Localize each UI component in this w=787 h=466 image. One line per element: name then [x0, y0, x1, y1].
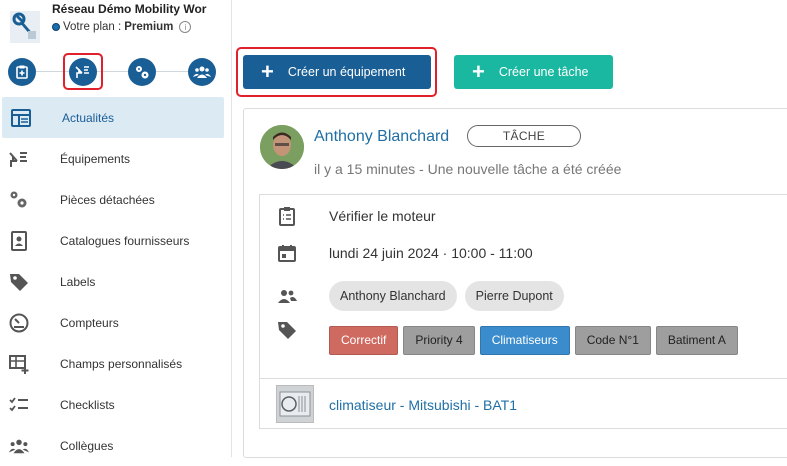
assignee-chip[interactable]: Pierre Dupont — [464, 281, 564, 311]
sidebar-item-label: Labels — [60, 274, 96, 289]
label-chip[interactable]: Correctif — [329, 325, 399, 355]
author-name[interactable]: Anthony Blanchard — [314, 128, 449, 146]
tag-icon — [9, 272, 29, 292]
sidebar-item-label: Compteurs — [60, 315, 119, 330]
sidebar-item-champs-personnalises[interactable]: Champs personnalisés — [0, 343, 232, 384]
plan-status-dot — [52, 23, 60, 31]
sidebar-item-collegues[interactable]: Collègues — [0, 425, 232, 466]
task-labels-row: Correctif Priority 4 Climatiseurs Code N… — [260, 322, 787, 357]
tag-icon — [276, 319, 298, 341]
info-icon[interactable]: i — [179, 21, 192, 33]
org-name[interactable]: Réseau Démo Mobility Wor — [52, 2, 222, 16]
create-equipment-label: Créer un équipement — [287, 65, 406, 79]
sidebar-item-label: Checklists — [60, 397, 115, 412]
plan-info: Votre plan : Premium i — [52, 21, 192, 33]
sidebar-item-label: Actualités — [62, 110, 115, 125]
clipboard-list-icon — [276, 205, 298, 227]
equipment-thumbnail[interactable] — [276, 385, 314, 423]
catalog-icon — [9, 230, 29, 251]
sidebar-item-label: Catalogues fournisseurs — [60, 233, 190, 248]
parts-icon — [9, 190, 29, 210]
quick-action-parts-button[interactable] — [128, 58, 156, 86]
sidebar-item-pieces-detachees[interactable]: Pièces détachées — [0, 179, 232, 220]
org-header — [8, 10, 42, 44]
task-schedule: lundi 24 juin 2024 · 10:00 - 11:00 — [329, 245, 533, 261]
type-badge: TÂCHE — [467, 125, 581, 147]
people-icon — [9, 436, 29, 456]
quick-action-clipboard-button[interactable] — [8, 58, 36, 86]
task-schedule-row: lundi 24 juin 2024 · 10:00 - 11:00 — [260, 240, 787, 266]
create-task-label: Créer une tâche — [498, 65, 589, 79]
sidebar-item-labels[interactable]: Labels — [0, 261, 232, 302]
sidebar: Réseau Démo Mobility Wor Votre plan : Pr… — [0, 0, 232, 457]
sidebar-item-compteurs[interactable]: Compteurs — [0, 302, 232, 343]
plus-icon: + — [472, 59, 485, 84]
sidebar-item-actualites[interactable]: Actualités — [2, 97, 224, 138]
people-icon — [276, 285, 298, 307]
label-chips: Correctif Priority 4 Climatiseurs Code N… — [329, 325, 743, 355]
parts-icon — [136, 66, 149, 79]
create-equipment-button[interactable]: + Créer un équipement — [243, 55, 431, 89]
sidebar-item-catalogues[interactable]: Catalogues fournisseurs — [0, 220, 232, 261]
divider — [260, 378, 787, 379]
assignee-chips: Anthony Blanchard Pierre Dupont — [329, 281, 572, 311]
gauge-icon — [9, 313, 29, 333]
task-detail[interactable]: Vérifier le moteur lundi 24 juin 2024 · … — [259, 194, 787, 429]
custom-fields-icon — [9, 354, 29, 374]
quick-action-team-button[interactable] — [188, 58, 216, 86]
checklist-icon — [9, 395, 29, 415]
task-assignees-row: Anthony Blanchard Pierre Dupont — [260, 280, 787, 312]
sidebar-item-label: Équipements — [60, 151, 131, 166]
label-chip[interactable]: Code N°1 — [574, 325, 651, 355]
wrench-logo-icon — [8, 10, 42, 44]
feed-icon — [11, 108, 31, 128]
calendar-icon — [276, 242, 298, 264]
sidebar-item-label: Champs personnalisés — [60, 356, 183, 371]
plan-prefix: Votre plan : — [63, 21, 122, 33]
label-chip[interactable]: Climatiseurs — [479, 325, 570, 355]
label-chip[interactable]: Priority 4 — [403, 325, 475, 355]
label-chip[interactable]: Batiment A — [655, 325, 738, 355]
quick-actions-divider — [14, 71, 214, 72]
team-icon — [193, 66, 211, 78]
highlight-box — [63, 53, 103, 90]
plus-icon: + — [261, 59, 274, 84]
feed-card: Anthony Blanchard TÂCHE il y a 15 minute… — [243, 108, 787, 458]
avatar[interactable] — [260, 125, 304, 169]
task-title: Vérifier le moteur — [329, 208, 436, 224]
sidebar-item-checklists[interactable]: Checklists — [0, 384, 232, 425]
equipment-link[interactable]: climatiseur - Mitsubishi - BAT1 — [329, 397, 517, 413]
sidebar-item-label: Collègues — [60, 438, 114, 453]
sidebar-nav: Actualités Équipements Pièces détachées … — [0, 97, 232, 466]
task-title-row: Vérifier le moteur — [260, 203, 787, 229]
quick-actions — [0, 56, 232, 88]
create-task-button[interactable]: + Créer une tâche — [454, 55, 613, 89]
assignee-chip[interactable]: Anthony Blanchard — [329, 281, 457, 311]
clipboard-plus-icon — [16, 65, 28, 79]
sidebar-item-label: Pièces détachées — [60, 192, 155, 207]
timeline-text: il y a 15 minutes - Une nouvelle tâche a… — [314, 161, 622, 177]
sidebar-item-equipements[interactable]: Équipements — [0, 138, 232, 179]
plan-name: Premium — [124, 21, 174, 33]
equipment-icon — [9, 149, 29, 169]
